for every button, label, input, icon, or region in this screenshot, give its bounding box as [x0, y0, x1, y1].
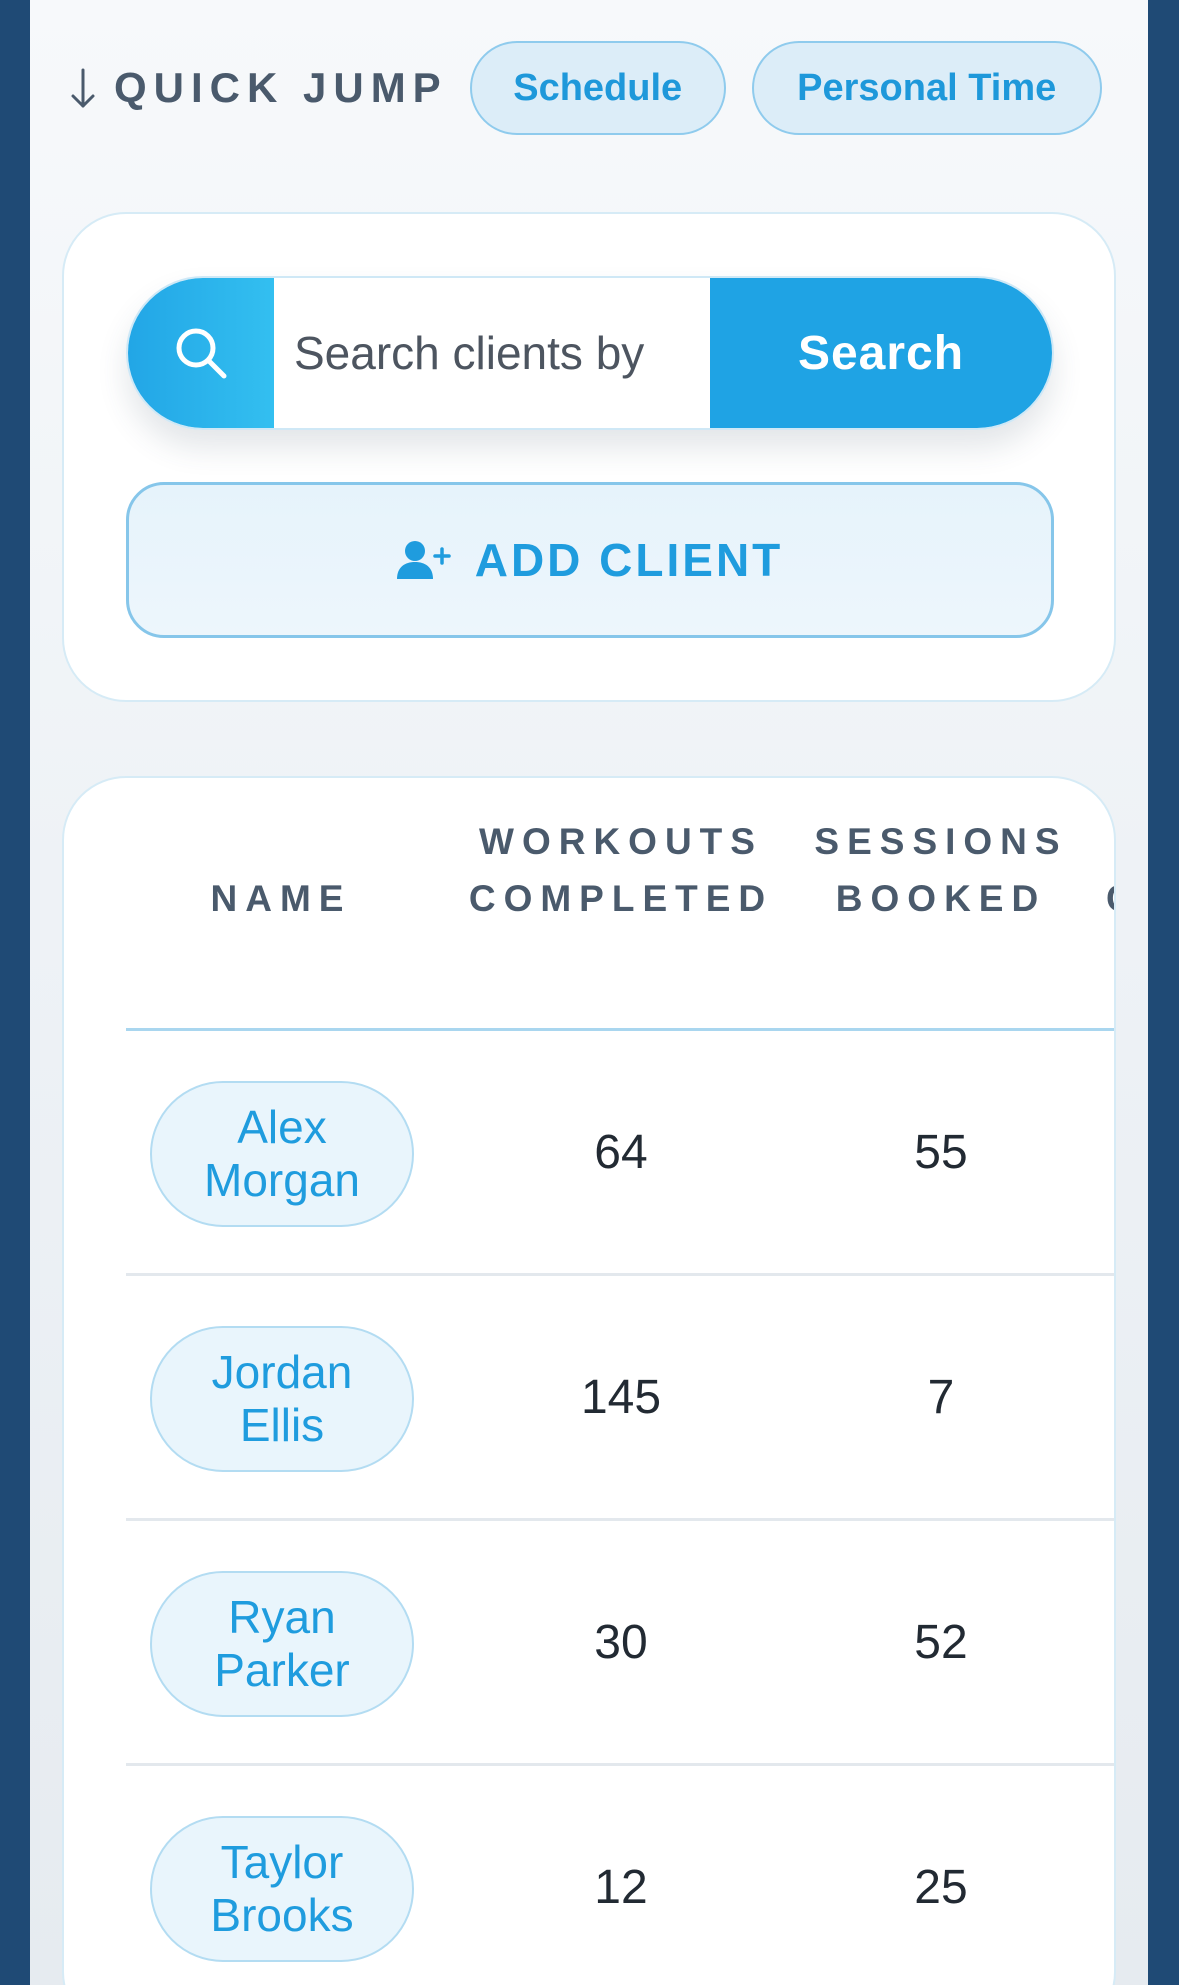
column-header-name[interactable]: NAME: [126, 870, 436, 927]
column-header-workouts-line2: COMPLETED: [468, 878, 774, 919]
sessions-booked-cell: 55: [914, 1125, 968, 1179]
client-first-name: Taylor: [220, 1836, 344, 1888]
user-plus-icon: [396, 537, 451, 583]
sessions-booked-cell: 7: [927, 1370, 955, 1424]
app-screen: QUICK JUMP Schedule Personal Time Search: [30, 0, 1148, 1985]
column-header-sessions-line2: BOOKED: [835, 878, 1047, 919]
quick-jump-schedule-button[interactable]: Schedule: [469, 41, 726, 135]
client-last-name: Parker: [214, 1644, 350, 1696]
table-header: NAME WORKOUTS COMPLETED SESSIONS BOOKED …: [126, 778, 1114, 1031]
search-card: Search ADD CLIENT: [62, 212, 1116, 702]
clients-table-card: NAME WORKOUTS COMPLETED SESSIONS BOOKED …: [62, 776, 1116, 1985]
client-name-link[interactable]: Alex Morgan: [150, 1081, 414, 1227]
column-header-truncated[interactable]: C: [1106, 870, 1114, 927]
search-bar: Search: [126, 276, 1054, 430]
client-last-name: Ellis: [239, 1399, 325, 1451]
workouts-completed-cell: 12: [594, 1860, 648, 1914]
client-first-name: Alex: [237, 1101, 327, 1153]
column-header-workouts-completed[interactable]: WORKOUTS COMPLETED: [456, 813, 786, 927]
sessions-booked-cell: 25: [914, 1860, 968, 1914]
quick-jump-label: QUICK JUMP: [114, 64, 448, 111]
client-first-name: Ryan: [228, 1591, 336, 1643]
column-header-sessions-booked[interactable]: SESSIONS BOOKED: [786, 813, 1096, 927]
client-name-link[interactable]: Taylor Brooks: [150, 1816, 414, 1962]
arrow-down-icon: [68, 65, 98, 111]
client-last-name: Brooks: [210, 1889, 354, 1941]
search-icon[interactable]: [128, 278, 274, 428]
clients-table: NAME WORKOUTS COMPLETED SESSIONS BOOKED …: [126, 778, 1114, 1985]
sessions-booked-cell: 52: [914, 1615, 968, 1669]
add-client-button[interactable]: ADD CLIENT: [126, 482, 1054, 638]
quick-jump-bar: QUICK JUMP Schedule Personal Time: [68, 40, 1128, 136]
client-last-name: Morgan: [204, 1154, 360, 1206]
search-input[interactable]: [274, 278, 710, 428]
workouts-completed-cell: 64: [594, 1125, 648, 1179]
column-header-sessions-line1: SESSIONS: [814, 821, 1068, 862]
table-row: Alex Morgan 64 55: [126, 1031, 1114, 1276]
workouts-completed-cell: 145: [580, 1370, 662, 1424]
search-button[interactable]: Search: [710, 278, 1052, 428]
table-row: Taylor Brooks 12 25: [126, 1766, 1114, 1985]
add-client-label: ADD CLIENT: [474, 534, 784, 586]
table-row: Jordan Ellis 145 7: [126, 1276, 1114, 1521]
table-row: Ryan Parker 30 52: [126, 1521, 1114, 1766]
client-name-link[interactable]: Jordan Ellis: [150, 1326, 414, 1472]
client-name-link[interactable]: Ryan Parker: [150, 1571, 414, 1717]
column-header-workouts-line1: WORKOUTS: [479, 821, 763, 862]
workouts-completed-cell: 30: [594, 1615, 648, 1669]
client-first-name: Jordan: [211, 1346, 353, 1398]
quick-jump-personal-time-button[interactable]: Personal Time: [751, 41, 1102, 135]
